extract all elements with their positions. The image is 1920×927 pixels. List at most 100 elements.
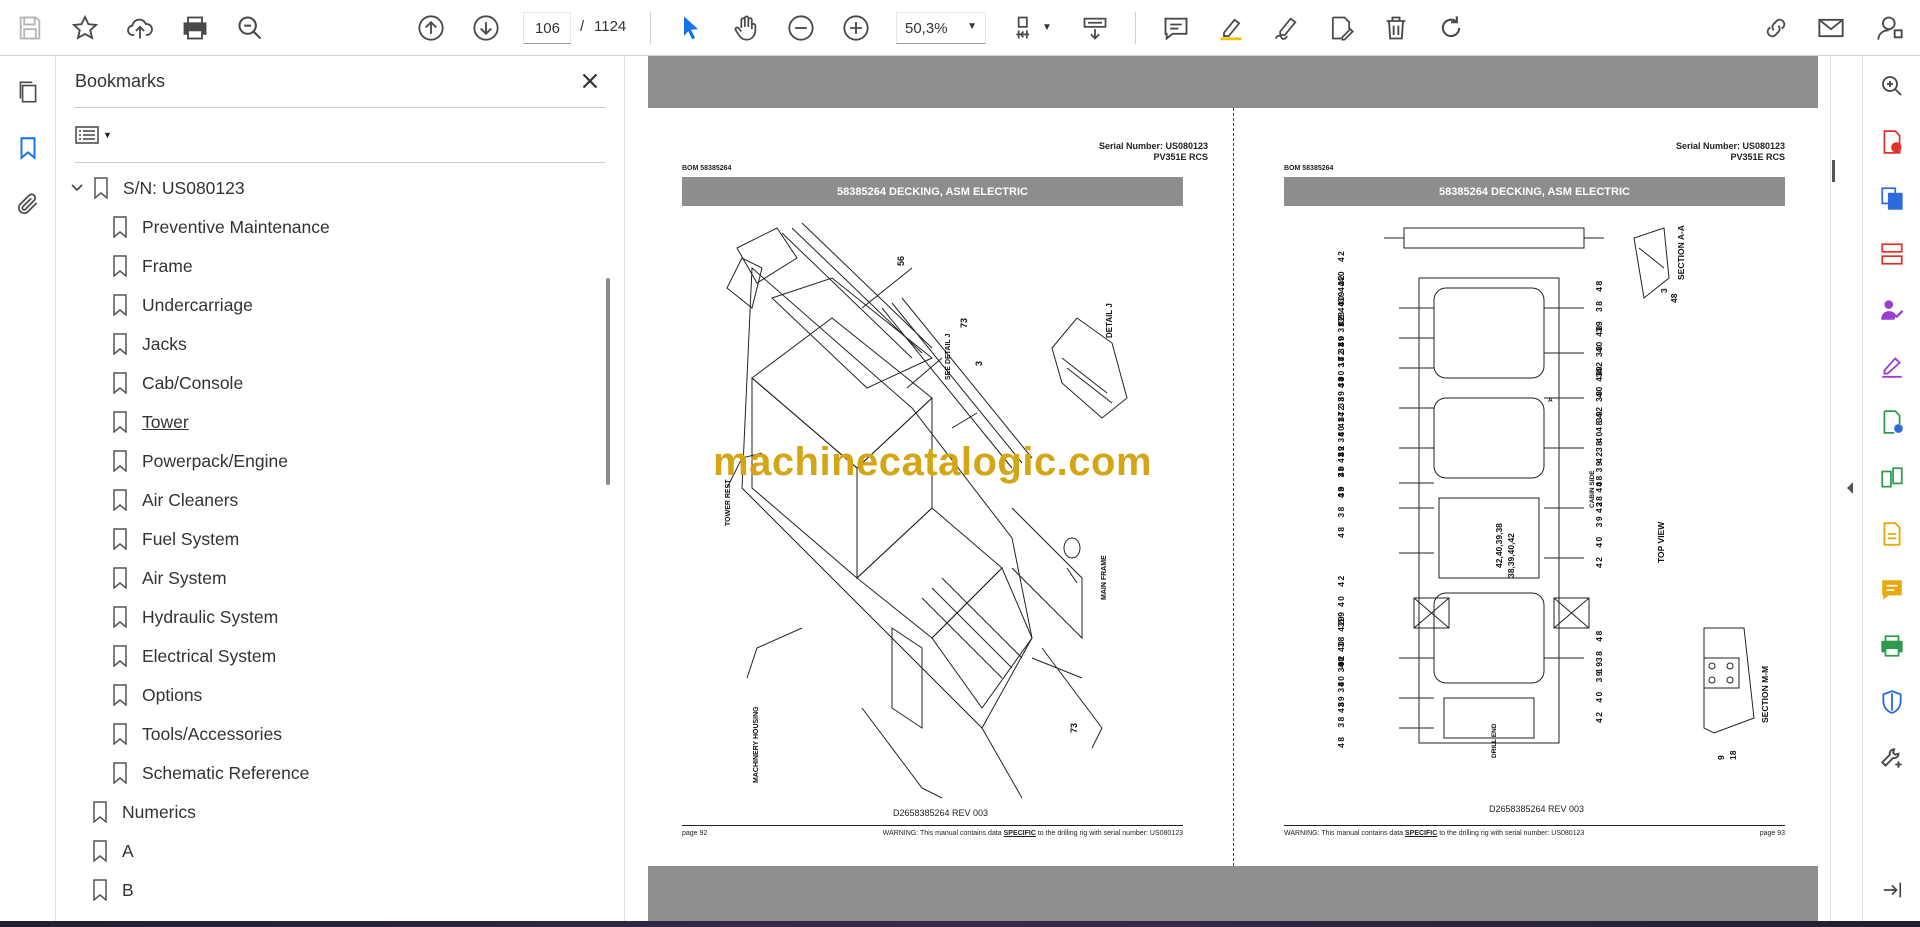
comment-icon[interactable] [1158, 10, 1194, 46]
scan-ocr-icon[interactable] [1876, 518, 1908, 550]
zoom-search-icon[interactable] [1876, 70, 1908, 102]
cloud-upload-icon[interactable] [122, 10, 158, 46]
delete-icon[interactable] [1378, 10, 1414, 46]
callout-label: DETAIL J [1105, 303, 1114, 338]
zoom-in-icon[interactable] [838, 10, 874, 46]
convert-pdf-icon[interactable] [1876, 182, 1908, 214]
isometric-drawing: 56 SEE DETAIL J 73 3 DETAIL J TOWER REST… [725, 222, 1128, 799]
callout-label: 73 [959, 318, 969, 328]
callout-label: 42,40,39,38 [1494, 523, 1504, 568]
bookmark-label: S/N: US080123 [123, 177, 245, 198]
account-icon[interactable] [1872, 10, 1908, 46]
serial-header: Serial Number: US080123 PV351E RCS [1675, 141, 1785, 162]
bookmark-item[interactable]: B [92, 875, 134, 905]
print-production-icon[interactable] [1876, 630, 1908, 662]
bookmark-item[interactable]: Schematic Reference [112, 758, 309, 788]
bookmark-label: Jacks [142, 333, 187, 354]
bookmark-icon [92, 879, 122, 901]
page-fit-icon[interactable] [1010, 10, 1046, 46]
more-tools-icon[interactable] [1876, 742, 1908, 774]
bom-label: BOM 58385264 [1284, 165, 1334, 172]
bookmark-label: Hydraulic System [142, 606, 279, 627]
protect-icon[interactable] [1876, 686, 1908, 718]
pdf-page-right: Serial Number: US080123 PV351E RCS BOM 58… [1234, 108, 1819, 866]
bookmark-item[interactable]: Frame [112, 251, 193, 281]
save-icon[interactable] [12, 10, 48, 46]
compare-files-icon[interactable] [1876, 462, 1908, 494]
bookmark-item[interactable]: Undercarriage [112, 290, 253, 320]
redo-icon[interactable] [1433, 10, 1469, 46]
viewer-scrollbar[interactable] [1830, 56, 1862, 921]
star-icon[interactable] [67, 10, 103, 46]
bookmark-options-button[interactable]: ▼ [75, 120, 123, 150]
draw-icon[interactable] [1268, 10, 1304, 46]
previous-page-icon[interactable] [413, 10, 449, 46]
chevron-down-icon: ▼ [103, 130, 112, 140]
bookmark-root[interactable]: S/N: US080123 [69, 173, 245, 203]
pdf-page-left: Serial Number: US080123 PV351E RCS BOM 58… [648, 108, 1233, 866]
edit-pdf-icon[interactable] [1323, 10, 1359, 46]
request-signatures-icon[interactable] [1876, 294, 1908, 326]
bookmark-item[interactable]: Jacks [112, 329, 187, 359]
bookmark-item[interactable]: A [92, 836, 134, 866]
email-icon[interactable] [1813, 10, 1849, 46]
send-for-review-icon[interactable] [1876, 406, 1908, 438]
hand-tool-icon[interactable] [728, 10, 764, 46]
os-taskbar [0, 921, 1920, 927]
export-pdf-icon[interactable] [1876, 126, 1908, 158]
bookmark-icon [112, 255, 142, 277]
bookmark-item[interactable]: Preventive Maintenance [112, 212, 330, 242]
right-tools-rail [1862, 56, 1920, 921]
bookmark-item[interactable]: Powerpack/Engine [112, 446, 288, 476]
organize-pages-icon[interactable] [1876, 238, 1908, 270]
bookmark-item[interactable]: Tools/Accessories [112, 719, 282, 749]
attachments-icon[interactable] [10, 186, 46, 222]
bookmark-item[interactable]: Options [112, 680, 202, 710]
page-number-input[interactable]: 106 [523, 12, 571, 44]
bookmarks-icon[interactable] [10, 130, 46, 166]
callout-label: 38,39,40,42 [1506, 533, 1516, 578]
next-page-icon[interactable] [468, 10, 504, 46]
bookmark-label: A [122, 840, 134, 861]
zoom-out-icon[interactable] [783, 10, 819, 46]
panel-divider [75, 162, 605, 163]
page-total: 1124 [594, 18, 627, 35]
page-fit-chevron-icon[interactable]: ▼ [1042, 22, 1052, 33]
share-link-icon[interactable] [1758, 10, 1794, 46]
comment-tool-icon[interactable] [1876, 574, 1908, 606]
bookmark-icon [112, 216, 142, 238]
callout-label: 48 [1669, 293, 1679, 303]
bookmark-item[interactable]: Numerics [92, 797, 196, 827]
viewer-scrollbar-thumb[interactable] [1832, 160, 1835, 182]
bookmark-label: Schematic Reference [142, 762, 310, 783]
footer-rule [1284, 825, 1785, 826]
scrolling-mode-icon[interactable] [1077, 10, 1113, 46]
page-thumbnails-icon[interactable] [10, 74, 46, 110]
bookmark-item[interactable]: Air System [112, 563, 227, 593]
fill-sign-icon[interactable] [1876, 350, 1908, 382]
list-options-icon [75, 126, 99, 144]
bookmark-icon [112, 567, 142, 589]
page-number: page 92 [682, 830, 708, 837]
bookmark-item[interactable]: Tower [112, 407, 189, 437]
bookmarks-scrollbar-thumb[interactable] [606, 278, 610, 485]
bookmarks-scrollbar[interactable] [597, 226, 603, 906]
bookmark-item[interactable]: Air Cleaners [112, 485, 238, 515]
expand-right-panel-icon[interactable] [1844, 470, 1856, 506]
select-cursor-icon[interactable] [673, 10, 709, 46]
zoom-search-icon[interactable] [232, 10, 268, 46]
bookmark-item[interactable]: Fuel System [112, 524, 239, 554]
chevron-down-icon[interactable] [69, 180, 85, 196]
bookmark-icon [112, 606, 142, 628]
bookmark-icon [112, 450, 142, 472]
bookmark-item[interactable]: Hydraulic System [112, 602, 278, 632]
zoom-level-select[interactable]: 50,3% ▼ [896, 12, 986, 44]
bookmark-icon [112, 372, 142, 394]
page-gap [648, 56, 1818, 108]
highlight-pen-icon[interactable] [1213, 10, 1249, 46]
bookmark-item[interactable]: Cab/Console [112, 368, 243, 398]
print-icon[interactable] [177, 10, 213, 46]
bookmark-item[interactable]: Electrical System [112, 641, 276, 671]
expand-tools-panel-icon[interactable] [1876, 874, 1908, 906]
close-icon[interactable] [577, 68, 603, 94]
